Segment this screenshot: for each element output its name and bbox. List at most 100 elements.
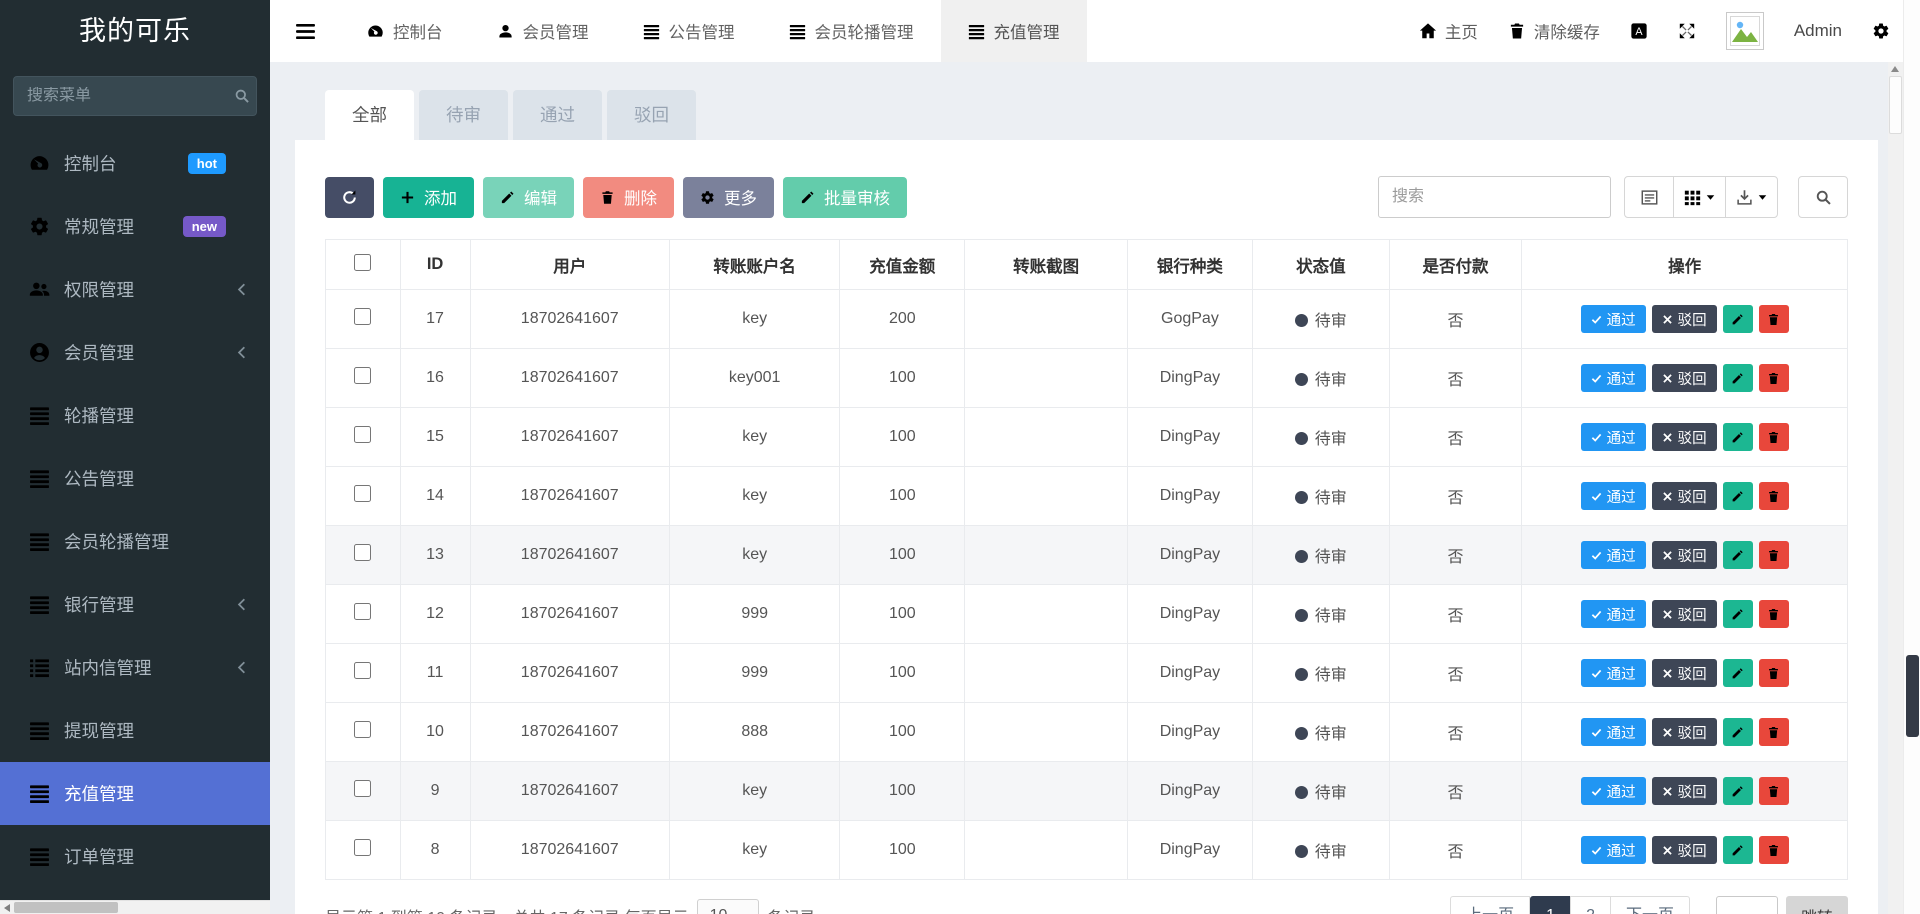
filter-tab-pending[interactable]: 待审 bbox=[419, 90, 508, 140]
sidebar-item-withdraw[interactable]: 提现管理 bbox=[0, 699, 270, 762]
delete-row-button[interactable] bbox=[1759, 600, 1789, 628]
edit-row-button[interactable] bbox=[1723, 482, 1753, 510]
prev-page-button[interactable]: 上一页 bbox=[1450, 896, 1530, 914]
edit-row-button[interactable] bbox=[1723, 364, 1753, 392]
reject-button[interactable]: 驳回 bbox=[1652, 718, 1717, 746]
reject-button[interactable]: 驳回 bbox=[1652, 836, 1717, 864]
sidebar-item-order[interactable]: 订单管理 bbox=[0, 825, 270, 888]
approve-button[interactable]: 通过 bbox=[1581, 364, 1646, 392]
scroll-up-arrow-icon[interactable] bbox=[1891, 66, 1899, 72]
approve-button[interactable]: 通过 bbox=[1581, 541, 1646, 569]
topbar-tab-member-carousel[interactable]: 会员轮播管理 bbox=[762, 0, 941, 62]
row-checkbox[interactable] bbox=[354, 367, 371, 384]
jump-page-input[interactable] bbox=[1716, 896, 1778, 914]
batch-review-button[interactable]: 批量审核 bbox=[783, 177, 907, 218]
delete-row-button[interactable] bbox=[1759, 836, 1789, 864]
menu-search-box[interactable] bbox=[13, 76, 257, 116]
next-page-button[interactable]: 下一页 bbox=[1610, 896, 1690, 914]
page-button-1[interactable]: 1 bbox=[1530, 896, 1571, 914]
reject-button[interactable]: 驳回 bbox=[1652, 659, 1717, 687]
settings-button[interactable] bbox=[1872, 22, 1890, 40]
approve-button[interactable]: 通过 bbox=[1581, 718, 1646, 746]
reject-button[interactable]: 驳回 bbox=[1652, 600, 1717, 628]
page-size-select[interactable]: 10 bbox=[697, 899, 760, 914]
sidebar-item-mail[interactable]: 站内信管理 bbox=[0, 636, 270, 699]
row-checkbox[interactable] bbox=[354, 485, 371, 502]
jump-button[interactable]: 跳转 bbox=[1786, 896, 1848, 914]
edit-row-button[interactable] bbox=[1723, 600, 1753, 628]
reject-button[interactable]: 驳回 bbox=[1652, 364, 1717, 392]
more-button[interactable]: 更多 bbox=[683, 177, 774, 218]
sidebar-item-permission[interactable]: 权限管理 bbox=[0, 258, 270, 321]
sidebar-item-general[interactable]: 常规管理new bbox=[0, 195, 270, 258]
refresh-button[interactable] bbox=[325, 177, 374, 218]
filter-tab-rejected[interactable]: 驳回 bbox=[607, 90, 696, 140]
approve-button[interactable]: 通过 bbox=[1581, 777, 1646, 805]
edit-row-button[interactable] bbox=[1723, 305, 1753, 333]
page-button-2[interactable]: 2 bbox=[1570, 896, 1611, 914]
reject-button[interactable]: 驳回 bbox=[1652, 541, 1717, 569]
approve-button[interactable]: 通过 bbox=[1581, 423, 1646, 451]
reject-button[interactable]: 驳回 bbox=[1652, 482, 1717, 510]
scroll-left-arrow-icon[interactable] bbox=[4, 904, 10, 912]
sidebar-toggle-button[interactable] bbox=[270, 0, 340, 62]
export-button[interactable] bbox=[1725, 176, 1778, 218]
scrollbar-thumb[interactable] bbox=[1889, 76, 1902, 134]
row-checkbox[interactable] bbox=[354, 721, 371, 738]
language-switch-button[interactable]: A bbox=[1630, 22, 1648, 40]
delete-row-button[interactable] bbox=[1759, 482, 1789, 510]
row-checkbox[interactable] bbox=[354, 603, 371, 620]
page-vertical-scrollbar[interactable] bbox=[1903, 0, 1920, 914]
sidebar-item-member-carousel[interactable]: 会员轮播管理 bbox=[0, 510, 270, 573]
delete-row-button[interactable] bbox=[1759, 541, 1789, 569]
filter-tab-approved[interactable]: 通过 bbox=[513, 90, 602, 140]
topbar-tab-recharge[interactable]: 充值管理 bbox=[941, 0, 1087, 62]
filter-tab-all[interactable]: 全部 bbox=[325, 90, 414, 140]
row-checkbox[interactable] bbox=[354, 308, 371, 325]
edit-row-button[interactable] bbox=[1723, 836, 1753, 864]
edit-row-button[interactable] bbox=[1723, 718, 1753, 746]
edit-row-button[interactable] bbox=[1723, 777, 1753, 805]
row-checkbox[interactable] bbox=[354, 780, 371, 797]
delete-row-button[interactable] bbox=[1759, 423, 1789, 451]
sidebar-item-bank[interactable]: 银行管理 bbox=[0, 573, 270, 636]
scrollbar-thumb[interactable] bbox=[1906, 655, 1919, 737]
topbar-tab-member[interactable]: 会员管理 bbox=[470, 0, 616, 62]
sidebar-item-notice[interactable]: 公告管理 bbox=[0, 447, 270, 510]
delete-button[interactable]: 删除 bbox=[583, 177, 674, 218]
home-link[interactable]: 主页 bbox=[1419, 19, 1478, 43]
table-search-input[interactable] bbox=[1378, 176, 1611, 218]
approve-button[interactable]: 通过 bbox=[1581, 659, 1646, 687]
sidebar-item-carousel[interactable]: 轮播管理 bbox=[0, 384, 270, 447]
reject-button[interactable]: 驳回 bbox=[1652, 423, 1717, 451]
topbar-tab-notice[interactable]: 公告管理 bbox=[616, 0, 762, 62]
avatar[interactable] bbox=[1726, 12, 1764, 50]
row-checkbox[interactable] bbox=[354, 544, 371, 561]
username-label[interactable]: Admin bbox=[1794, 21, 1842, 41]
edit-button[interactable]: 编辑 bbox=[483, 177, 574, 218]
detail-view-button[interactable] bbox=[1624, 176, 1674, 218]
fullscreen-button[interactable] bbox=[1678, 22, 1696, 40]
edit-row-button[interactable] bbox=[1723, 659, 1753, 687]
sidebar-item-member[interactable]: 会员管理 bbox=[0, 321, 270, 384]
approve-button[interactable]: 通过 bbox=[1581, 836, 1646, 864]
delete-row-button[interactable] bbox=[1759, 718, 1789, 746]
content-vertical-scrollbar[interactable] bbox=[1888, 62, 1903, 914]
delete-row-button[interactable] bbox=[1759, 364, 1789, 392]
row-checkbox[interactable] bbox=[354, 426, 371, 443]
clear-cache-link[interactable]: 清除缓存 bbox=[1508, 19, 1600, 43]
delete-row-button[interactable] bbox=[1759, 777, 1789, 805]
sidebar-item-console[interactable]: 控制台hot bbox=[0, 132, 270, 195]
approve-button[interactable]: 通过 bbox=[1581, 305, 1646, 333]
reject-button[interactable]: 驳回 bbox=[1652, 777, 1717, 805]
delete-row-button[interactable] bbox=[1759, 305, 1789, 333]
columns-button[interactable] bbox=[1673, 176, 1726, 218]
row-checkbox[interactable] bbox=[354, 839, 371, 856]
delete-row-button[interactable] bbox=[1759, 659, 1789, 687]
select-all-checkbox[interactable] bbox=[354, 254, 371, 271]
search-icon[interactable] bbox=[234, 88, 250, 104]
edit-row-button[interactable] bbox=[1723, 423, 1753, 451]
sidebar-horizontal-scrollbar[interactable] bbox=[0, 900, 270, 914]
sidebar-item-recharge[interactable]: 充值管理 bbox=[0, 762, 270, 825]
search-submit-button[interactable] bbox=[1798, 176, 1848, 218]
